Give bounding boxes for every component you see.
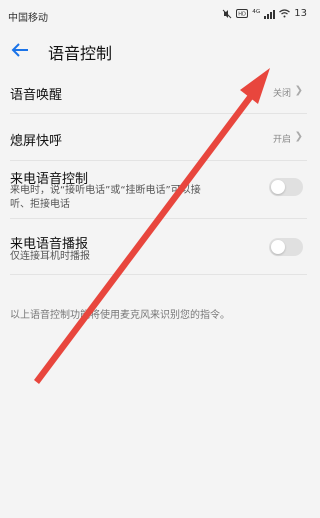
signal-label: ⁴ᴳ (252, 8, 261, 19)
setting-voice-wakeup[interactable]: 语音唤醒 关闭 ❯ (10, 72, 307, 114)
page-title: 语音控制 (48, 44, 113, 63)
setting-description-line1: 来电时，说“接听电话”或“挂断电话”可以接 (10, 185, 201, 196)
status-bar: 中国移动 HD ⁴ᴳ 13 (0, 0, 307, 32)
setting-description-line1: 仅连接耳机时播报 (10, 251, 90, 262)
setting-label: 熄屏快呼 (10, 134, 63, 149)
clock: 13 (294, 8, 307, 19)
settings-list: 语音唤醒 关闭 ❯ 熄屏快呼 开启 ❯ 来电语音控制 来电时，说“接听电话”或“… (0, 72, 307, 275)
chevron-right-icon: ❯ (294, 85, 303, 96)
wifi-icon (279, 9, 291, 18)
back-arrow-icon[interactable] (10, 40, 30, 60)
setting-value: 开启 (272, 135, 291, 145)
hd-icon: HD (236, 9, 249, 18)
setting-label: 语音唤醒 (10, 88, 63, 103)
signal-icon (264, 9, 276, 19)
incoming-call-voice-control-toggle[interactable] (269, 178, 303, 196)
svg-text:HD: HD (238, 12, 246, 18)
setting-incoming-call-announcement: 来电语音播报 仅连接耳机时播报 (10, 219, 307, 275)
setting-incoming-call-voice-control: 来电语音控制 来电时，说“接听电话”或“挂断电话”可以接 听、拒接电话 (10, 161, 307, 219)
setting-description-line2: 听、拒接电话 (10, 199, 70, 210)
setting-value: 关闭 (272, 89, 291, 99)
mute-icon (222, 9, 232, 18)
toggle-knob (271, 240, 285, 254)
toggle-knob (271, 180, 285, 194)
setting-screen-off-quick-call[interactable]: 熄屏快呼 开启 ❯ (10, 114, 307, 161)
footnote: 以上语音控制功能将使用麦克风来识别您的指令。 (10, 310, 230, 321)
header: 语音控制 (0, 32, 307, 72)
incoming-call-announcement-toggle[interactable] (269, 238, 303, 256)
carrier-label: 中国移动 (8, 13, 48, 24)
chevron-right-icon: ❯ (294, 131, 303, 142)
status-icons: HD ⁴ᴳ 13 (222, 8, 307, 19)
